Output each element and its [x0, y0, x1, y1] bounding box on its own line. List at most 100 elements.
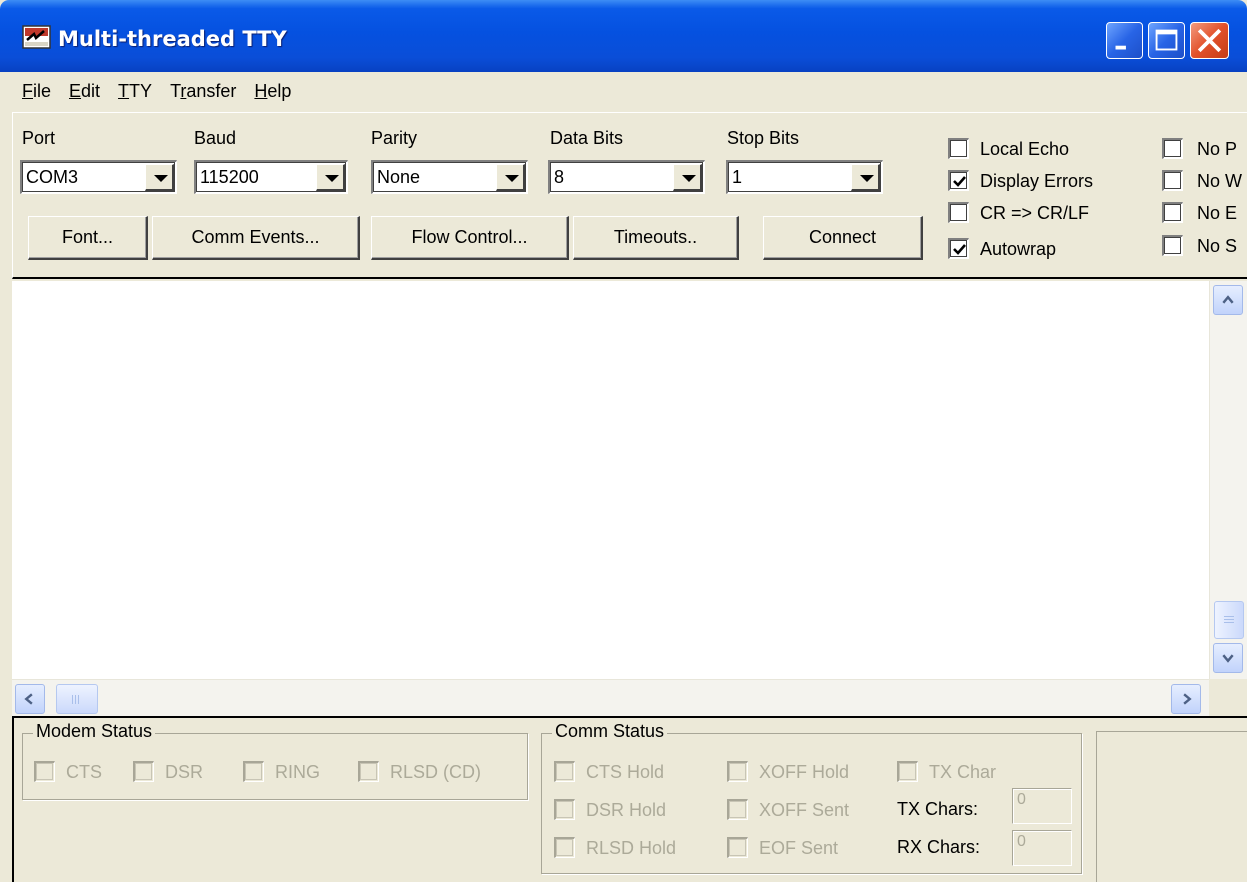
checkbox-box: [897, 761, 918, 782]
status-indicator-panel: [1096, 731, 1247, 882]
connect-button[interactable]: Connect: [763, 216, 923, 260]
checkmark-icon: [953, 176, 966, 187]
rx-chars-field: 0: [1012, 830, 1072, 866]
cr-crlf-label: CR => CR/LF: [980, 203, 1090, 223]
scroll-right-button[interactable]: [1171, 684, 1201, 714]
parity-label: Parity: [371, 128, 418, 148]
stop-bits-value: 1: [732, 167, 743, 187]
rlsd-hold-label: RLSD Hold: [586, 838, 677, 858]
scroll-thumb-horizontal[interactable]: [56, 684, 98, 714]
stop-bits-select[interactable]: 1: [726, 160, 883, 194]
horizontal-scrollbar[interactable]: [12, 679, 1209, 716]
chevron-down-icon[interactable]: [496, 164, 525, 191]
checkbox-box: [554, 799, 575, 820]
maximize-button[interactable]: [1148, 22, 1185, 59]
parity-select[interactable]: None: [371, 160, 528, 194]
checkbox-box: [34, 761, 55, 782]
baud-select[interactable]: 115200: [194, 160, 348, 194]
menu-file[interactable]: File: [13, 78, 60, 104]
scroll-up-button[interactable]: [1213, 285, 1243, 315]
comm-status-group: Comm Status CTS Hold XOFF Hold TX Char D…: [541, 721, 1082, 874]
minimize-button[interactable]: [1106, 22, 1143, 59]
scroll-down-button[interactable]: [1213, 643, 1243, 673]
checkbox-box: [554, 761, 575, 782]
terminal-output[interactable]: [12, 281, 1209, 679]
close-icon: [1197, 28, 1222, 53]
chevron-up-icon: [1222, 295, 1234, 304]
modem-status-title: Modem Status: [33, 721, 156, 742]
no-e-label: No E: [1197, 203, 1238, 223]
checkbox-box[interactable]: [1162, 202, 1183, 223]
xoff-hold-label: XOFF Hold: [759, 762, 850, 782]
dsr-hold-label: DSR Hold: [586, 800, 667, 820]
menu-edit[interactable]: Edit: [60, 78, 109, 104]
port-select[interactable]: COM3: [20, 160, 177, 194]
chevron-right-icon: [1183, 693, 1192, 705]
menu-bar: File Edit TTY Transfer Help: [13, 78, 300, 104]
scroll-thumb-vertical[interactable]: [1214, 601, 1244, 639]
checkbox-box: [133, 761, 154, 782]
data-bits-label: Data Bits: [550, 128, 624, 148]
autowrap-label: Autowrap: [980, 239, 1057, 259]
dsr-label: DSR: [165, 762, 204, 782]
checkbox-box[interactable]: [1162, 170, 1183, 191]
no-s-label: No S: [1197, 236, 1238, 256]
vertical-scrollbar[interactable]: [1209, 281, 1247, 679]
menu-tty[interactable]: TTY: [109, 78, 161, 104]
minimize-icon: [1115, 45, 1126, 50]
chevron-down-icon[interactable]: [851, 164, 880, 191]
title-bar[interactable]: Multi-threaded TTY: [0, 0, 1247, 72]
timeouts-button[interactable]: Timeouts..: [573, 216, 739, 260]
cts-hold-label: CTS Hold: [586, 762, 665, 782]
font-button[interactable]: Font...: [28, 216, 148, 260]
checkbox-box[interactable]: [948, 238, 969, 259]
menu-transfer[interactable]: Transfer: [161, 78, 245, 104]
tx-chars-field: 0: [1012, 788, 1072, 824]
window-title: Multi-threaded TTY: [58, 27, 287, 51]
checkbox-box[interactable]: [1162, 235, 1183, 256]
close-button[interactable]: [1190, 22, 1229, 59]
checkbox-box: [243, 761, 264, 782]
checkbox-box[interactable]: [948, 170, 969, 191]
comm-events-button[interactable]: Comm Events...: [152, 216, 360, 260]
eof-sent-label: EOF Sent: [759, 838, 839, 858]
checkmark-icon: [953, 244, 966, 255]
chevron-down-icon[interactable]: [316, 164, 345, 191]
rx-chars-label: RX Chars:: [897, 837, 981, 857]
stop-bits-label: Stop Bits: [727, 128, 800, 148]
no-p-label: No P: [1197, 139, 1238, 159]
chevron-down-icon[interactable]: [673, 164, 702, 191]
scroll-left-button[interactable]: [15, 684, 45, 714]
xoff-sent-label: XOFF Sent: [759, 800, 850, 820]
rlsd-label: RLSD (CD): [390, 762, 482, 782]
display-errors-label: Display Errors: [980, 171, 1094, 191]
checkbox-box: [358, 761, 379, 782]
checkbox-box: [727, 837, 748, 858]
cts-label: CTS: [66, 762, 102, 782]
checkbox-box[interactable]: [948, 202, 969, 223]
tty-app-icon: [22, 25, 51, 49]
local-echo-label: Local Echo: [980, 139, 1070, 159]
ring-label: RING: [275, 762, 320, 782]
flow-control-button[interactable]: Flow Control...: [371, 216, 569, 260]
port-value: COM3: [26, 167, 79, 187]
maximize-icon: [1155, 29, 1178, 51]
checkbox-box: [554, 837, 575, 858]
checkbox-box[interactable]: [1162, 138, 1183, 159]
chevron-down-icon[interactable]: [145, 164, 174, 191]
chevron-down-icon: [1222, 654, 1234, 663]
scrollbar-corner: [1209, 679, 1247, 716]
parity-value: None: [377, 167, 421, 187]
options-column-2: No P No W No E No S: [1162, 130, 1247, 270]
chevron-left-icon: [24, 693, 33, 705]
menu-help[interactable]: Help: [245, 78, 300, 104]
comm-status-title: Comm Status: [552, 721, 668, 742]
no-w-label: No W: [1197, 171, 1242, 191]
checkbox-box: [727, 761, 748, 782]
tx-char-label: TX Char: [929, 762, 997, 782]
data-bits-select[interactable]: 8: [548, 160, 705, 194]
checkbox-box: [727, 799, 748, 820]
modem-status-group: Modem Status CTS DSR RING RLSD (CD): [22, 721, 528, 800]
data-bits-value: 8: [554, 167, 565, 187]
checkbox-box[interactable]: [948, 138, 969, 159]
